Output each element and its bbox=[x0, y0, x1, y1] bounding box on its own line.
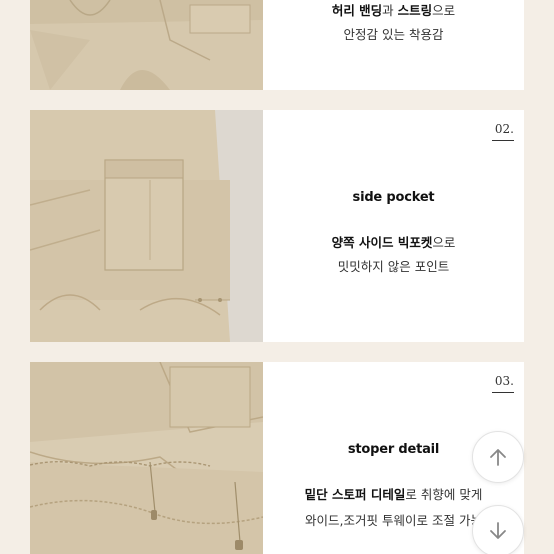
feature-line-1: 허리 밴딩과 스트링으로 bbox=[331, 3, 456, 18]
product-photo-side-pocket bbox=[30, 110, 263, 342]
arrow-up-icon bbox=[490, 449, 506, 466]
number-underline bbox=[492, 392, 514, 393]
number-underline bbox=[492, 140, 514, 141]
feature-panel-side-pocket: 02. side pocket 양쪽 사이드 빅포켓으로 밋밋하지 않은 포인트 bbox=[30, 110, 524, 342]
feature-line-1: 양쪽 사이드 빅포켓으로 bbox=[331, 235, 456, 250]
feature-number: 02. bbox=[494, 122, 514, 136]
feature-text-side-pocket: 02. side pocket 양쪽 사이드 빅포켓으로 밋밋하지 않은 포인트 bbox=[263, 110, 524, 342]
feature-line-2: 밋밋하지 않은 포인트 bbox=[337, 259, 450, 274]
arrow-down-icon bbox=[490, 522, 506, 539]
feature-line-2: 안정감 있는 착용감 bbox=[343, 27, 444, 42]
scroll-up-button[interactable] bbox=[472, 431, 524, 483]
feature-panel-waist: 허리 밴딩과 스트링으로 안정감 있는 착용감 bbox=[30, 0, 524, 90]
product-detail-page: 허리 밴딩과 스트링으로 안정감 있는 착용감 02. side pocket … bbox=[0, 0, 554, 554]
feature-text-waist: 허리 밴딩과 스트링으로 안정감 있는 착용감 bbox=[263, 0, 524, 90]
scroll-down-button[interactable] bbox=[472, 505, 524, 554]
feature-panel-stoper: 03. stoper detail 밑단 스토퍼 디테일로 취향에 맞게 와이드… bbox=[30, 362, 524, 554]
feature-line-1: 밑단 스토퍼 디테일로 취향에 맞게 bbox=[304, 487, 483, 502]
product-photo-waist bbox=[30, 0, 263, 90]
product-photo-stoper bbox=[30, 362, 263, 554]
feature-heading: side pocket bbox=[352, 190, 435, 205]
feature-number: 03. bbox=[494, 374, 514, 388]
